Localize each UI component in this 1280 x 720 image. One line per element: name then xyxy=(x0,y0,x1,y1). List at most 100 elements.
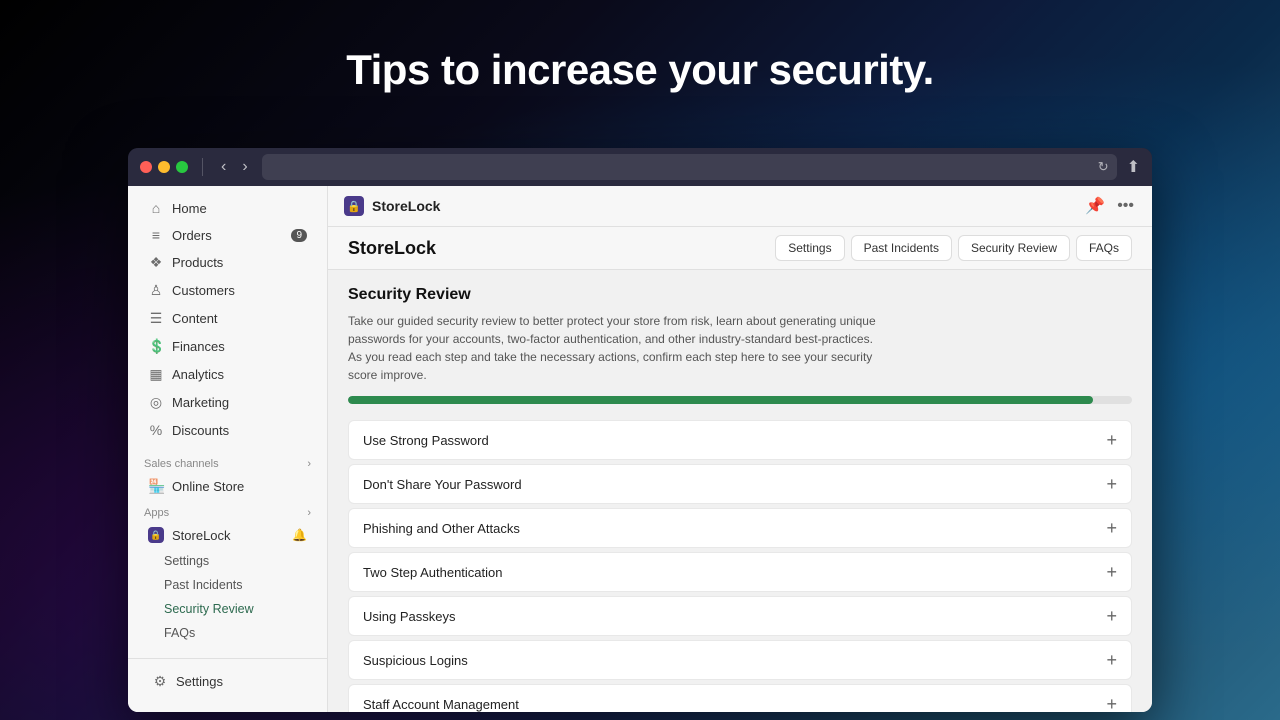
sidebar-item-orders[interactable]: ≡ Orders 9 xyxy=(132,222,323,248)
security-review-title: Security Review xyxy=(348,286,1132,304)
sidebar-item-label: StoreLock xyxy=(172,528,231,543)
sidebar-item-home[interactable]: ⌂ Home xyxy=(132,195,323,221)
sidebar-sub-past-incidents[interactable]: Past Incidents xyxy=(132,574,323,596)
orders-icon: ≡ xyxy=(148,227,164,243)
accordion-list: Use Strong Password + Don't Share Your P… xyxy=(348,420,1132,712)
accordion-label: Using Passkeys xyxy=(363,609,455,624)
sidebar-item-label: Customers xyxy=(172,283,235,298)
sidebar-sub-settings[interactable]: Settings xyxy=(132,550,323,572)
store-icon: 🏪 xyxy=(148,478,164,495)
accordion-header-strong-password[interactable]: Use Strong Password + xyxy=(349,421,1131,459)
close-button[interactable] xyxy=(140,161,152,173)
storelock-app-icon: 🔒 xyxy=(148,527,164,543)
traffic-lights xyxy=(140,161,188,173)
back-button[interactable]: ‹ xyxy=(217,156,230,178)
expand-icon: + xyxy=(1106,563,1117,581)
customers-icon: ♙ xyxy=(148,282,164,299)
sidebar-item-storelock[interactable]: 🔒 StoreLock 🔔 xyxy=(132,522,323,548)
app-header: 🔒 StoreLock 📌 ••• xyxy=(328,186,1152,227)
divider xyxy=(202,158,203,176)
sidebar-item-online-store[interactable]: 🏪 Online Store xyxy=(132,473,323,500)
progress-bar-container xyxy=(348,396,1132,404)
page-header: StoreLock Settings Past Incidents Securi… xyxy=(328,227,1152,270)
past-incidents-tab-button[interactable]: Past Incidents xyxy=(851,235,952,261)
marketing-icon: ◎ xyxy=(148,394,164,411)
faqs-tab-button[interactable]: FAQs xyxy=(1076,235,1132,261)
products-icon: ❖ xyxy=(148,254,164,271)
app-content: ⌂ Home ≡ Orders 9 ❖ Products ♙ Customers xyxy=(128,186,1152,712)
sidebar-item-label: Orders xyxy=(172,228,212,243)
browser-window: ‹ › ↻ ⬆ ⌂ Home ≡ Orders 9 ❖ xyxy=(128,148,1152,712)
accordion-label: Staff Account Management xyxy=(363,697,519,712)
address-bar[interactable]: ↻ xyxy=(262,154,1117,180)
sidebar-footer: ⚙ Settings xyxy=(128,658,327,704)
accordion-item-suspicious-logins: Suspicious Logins + xyxy=(348,640,1132,680)
security-review-tab-button[interactable]: Security Review xyxy=(958,235,1070,261)
sidebar-item-label: Finances xyxy=(172,339,225,354)
discounts-icon: % xyxy=(148,422,164,438)
minimize-button[interactable] xyxy=(158,161,170,173)
accordion-header-phishing[interactable]: Phishing and Other Attacks + xyxy=(349,509,1131,547)
nav-buttons: ‹ › xyxy=(217,156,252,178)
sidebar-item-customers[interactable]: ♙ Customers xyxy=(132,277,323,304)
chevron-icon: › xyxy=(307,458,311,470)
accordion-header-two-step[interactable]: Two Step Authentication + xyxy=(349,553,1131,591)
sidebar-item-label: Marketing xyxy=(172,395,229,410)
page-nav-buttons: Settings Past Incidents Security Review … xyxy=(775,235,1132,261)
expand-icon: + xyxy=(1106,651,1117,669)
browser-chrome: ‹ › ↻ ⬆ xyxy=(128,148,1152,186)
app-name-label: StoreLock xyxy=(372,198,440,214)
bell-icon: 🔔 xyxy=(292,528,307,542)
progress-bar-fill xyxy=(348,396,1093,404)
accordion-item-passkeys: Using Passkeys + xyxy=(348,596,1132,636)
accordion-header-suspicious-logins[interactable]: Suspicious Logins + xyxy=(349,641,1131,679)
pin-button[interactable]: 📌 xyxy=(1083,194,1107,218)
settings-icon: ⚙ xyxy=(152,673,168,690)
content-icon: ☰ xyxy=(148,310,164,327)
sidebar-item-analytics[interactable]: ▦ Analytics xyxy=(132,361,323,388)
expand-icon: + xyxy=(1106,475,1117,493)
expand-icon: + xyxy=(1106,607,1117,625)
accordion-label: Phishing and Other Attacks xyxy=(363,521,520,536)
main-content: 🔒 StoreLock 📌 ••• StoreLock Settings Pas… xyxy=(328,186,1152,712)
sidebar-item-products[interactable]: ❖ Products xyxy=(132,249,323,276)
accordion-label: Suspicious Logins xyxy=(363,653,468,668)
accordion-header-staff-account[interactable]: Staff Account Management + xyxy=(349,685,1131,712)
accordion-label: Don't Share Your Password xyxy=(363,477,522,492)
sidebar-item-content[interactable]: ☰ Content xyxy=(132,305,323,332)
app-header-actions: 📌 ••• xyxy=(1083,194,1136,218)
hero-title: Tips to increase your security. xyxy=(346,46,934,94)
accordion-label: Two Step Authentication xyxy=(363,565,502,580)
accordion-header-passkeys[interactable]: Using Passkeys + xyxy=(349,597,1131,635)
share-button[interactable]: ⬆ xyxy=(1127,157,1140,177)
hero-section: Tips to increase your security. xyxy=(0,0,1280,140)
expand-icon: + xyxy=(1106,431,1117,449)
svg-text:🔒: 🔒 xyxy=(347,200,361,213)
sidebar-item-label: Online Store xyxy=(172,479,244,494)
sidebar-item-label: Products xyxy=(172,255,223,270)
accordion-item-staff-account: Staff Account Management + xyxy=(348,684,1132,712)
analytics-icon: ▦ xyxy=(148,366,164,383)
chevron-icon: › xyxy=(307,507,311,519)
sidebar-item-finances[interactable]: 💲 Finances xyxy=(132,333,323,360)
reload-icon[interactable]: ↻ xyxy=(1098,159,1109,175)
forward-button[interactable]: › xyxy=(238,156,251,178)
app-logo-area: 🔒 StoreLock xyxy=(344,196,440,216)
settings-tab-button[interactable]: Settings xyxy=(775,235,844,261)
storelock-logo-icon: 🔒 xyxy=(344,196,364,216)
accordion-header-dont-share[interactable]: Don't Share Your Password + xyxy=(349,465,1131,503)
more-button[interactable]: ••• xyxy=(1115,195,1136,217)
sidebar-item-marketing[interactable]: ◎ Marketing xyxy=(132,389,323,416)
sidebar-item-discounts[interactable]: % Discounts xyxy=(132,417,323,443)
accordion-item-dont-share: Don't Share Your Password + xyxy=(348,464,1132,504)
accordion-item-strong-password: Use Strong Password + xyxy=(348,420,1132,460)
sidebar-item-settings[interactable]: ⚙ Settings xyxy=(136,668,319,695)
maximize-button[interactable] xyxy=(176,161,188,173)
sales-channels-label: Sales channels › xyxy=(128,452,327,472)
sidebar-sub-faqs[interactable]: FAQs xyxy=(132,622,323,644)
expand-icon: + xyxy=(1106,519,1117,537)
accordion-item-two-step: Two Step Authentication + xyxy=(348,552,1132,592)
sidebar-sub-security-review[interactable]: Security Review xyxy=(132,598,323,620)
page-title: StoreLock xyxy=(348,238,436,259)
sidebar-item-label: Discounts xyxy=(172,423,229,438)
